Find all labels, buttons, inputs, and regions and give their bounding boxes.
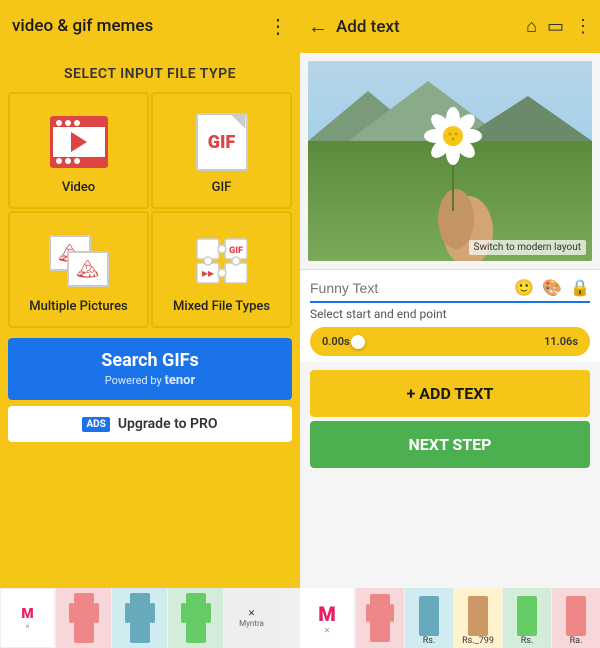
search-gifs-button[interactable]: Search GIFs Powered by tenor [8,338,292,400]
ad-right-thumb-3[interactable]: Rs._799 [454,588,502,648]
ad-right-thumb-1[interactable] [356,588,404,648]
multiple-pictures-icon: 🏔 🏔 [49,231,109,291]
slider-thumb[interactable] [351,335,365,349]
slider-fill [358,340,536,344]
slider-end-time: 11.06s [544,335,578,348]
video-strip-bottom [53,157,105,165]
tenor-credit: Powered by tenor [105,373,196,388]
funny-text-input[interactable] [310,280,508,296]
video-strip-top [53,119,105,127]
timeline-slider[interactable]: 0.00s 11.06s [310,327,590,356]
myntra-logo: M [21,606,33,622]
emoji-icon[interactable]: 🙂 [514,278,534,297]
video-icon [49,112,109,172]
ads-badge: ADS [82,417,109,432]
strip-dot [65,158,71,164]
gif-label: GIF [212,180,232,195]
pic-card-front: 🏔 [67,251,109,287]
text-tool-icons: 🙂 🎨 🔒 [514,278,590,297]
gif-corner [232,115,246,129]
select-input-label: SELECT INPUT FILE TYPE [0,52,300,92]
layout-icon[interactable]: ▭ [547,16,564,37]
price-label-4: Ra. [570,636,583,646]
mixed-file-types-option[interactable]: GIF ▸▸ Mixed File Types [151,211,292,328]
text-controls-area: 🙂 🎨 🔒 Select start and end point 0.00s 1… [300,269,600,362]
video-preview: Switch to modern layout [308,61,592,261]
flower-preview-image [308,61,592,261]
modern-layout-button[interactable]: Switch to modern layout [469,240,587,255]
right-more-menu-icon[interactable]: ⋮ [574,16,592,37]
strip-dot [74,158,80,164]
slider-start-time: 0.00s [322,335,350,348]
upgrade-to-pro-button[interactable]: ADS Upgrade to PRO [8,406,292,442]
left-panel: video & gif memes ⋮ SELECT INPUT FILE TY… [0,0,300,648]
mixed-file-types-label: Mixed File Types [173,299,270,314]
mountain-icon-2: 🏔 [76,259,99,280]
left-more-menu-icon[interactable]: ⋮ [268,14,288,38]
ad-right-thumb-2[interactable]: Rs. [405,588,453,648]
ad-banner-left: M × ✕ Myntra [0,588,300,648]
myntra-ad-right[interactable]: M ✕ [300,588,355,648]
strip-dot [65,120,71,126]
video-label: Video [62,180,95,195]
myntra-ad-left[interactable]: M × [0,588,55,648]
range-label: Select start and end point [310,307,590,321]
multi-pic-box: 🏔 🏔 [49,235,109,287]
strip-dot [56,120,62,126]
puzzle-icon: GIF ▸▸ [193,235,251,287]
right-header: ← Add text ⌂ ▭ ⋮ [300,0,600,53]
ad-thumb-close[interactable]: ✕ Myntra [224,588,279,648]
ad-right-thumb-5[interactable]: Ra. [552,588,600,648]
search-gifs-label: Search GIFs [101,350,198,371]
home-icon[interactable]: ⌂ [526,16,537,37]
gif-text: GIF [208,132,236,153]
upgrade-label: Upgrade to PRO [118,416,218,432]
text-input-row: 🙂 🎨 🔒 [310,278,590,303]
strip-dot [56,158,62,164]
gif-icon-box: GIF [196,113,248,171]
add-text-button[interactable]: + ADD TEXT [310,370,590,417]
slider-track[interactable] [358,340,536,344]
add-text-title: Add text [336,17,518,37]
next-step-button[interactable]: NEXT STEP [310,421,590,468]
price-label-3: Rs. [521,636,534,646]
back-button[interactable]: ← [308,14,328,39]
price-label-1: Rs. [423,636,436,646]
file-type-grid: Video GIF GIF 🏔 🏔 [0,92,300,328]
gif-icon: GIF [192,112,252,172]
mixed-file-types-icon: GIF ▸▸ [192,231,252,291]
play-icon [71,132,87,152]
svg-text:▸▸: ▸▸ [201,266,213,280]
multiple-pictures-option[interactable]: 🏔 🏔 Multiple Pictures [8,211,149,328]
price-label-2: Rs._799 [462,636,494,646]
paint-icon[interactable]: 🎨 [542,278,562,297]
svg-text:GIF: GIF [229,246,243,256]
strip-dot [74,120,80,126]
gif-option[interactable]: GIF GIF [151,92,292,209]
app-title: video & gif memes [12,16,153,36]
right-panel: ← Add text ⌂ ▭ ⋮ [300,0,600,648]
ad-banner-right: M ✕ Rs. Rs._799 Rs. Ra. [300,588,600,648]
ad-banner-right-inner: M ✕ Rs. Rs._799 Rs. Ra. [300,588,600,648]
ad-thumb-2[interactable] [112,588,167,648]
ad-thumb-3[interactable] [168,588,223,648]
ad-thumb-1[interactable] [56,588,111,648]
ad-right-thumb-4[interactable]: Rs. [503,588,551,648]
lock-icon[interactable]: 🔒 [570,278,590,297]
video-icon-box [50,116,108,168]
multiple-pictures-label: Multiple Pictures [29,299,127,314]
left-header: video & gif memes ⋮ [0,0,300,52]
header-action-icons: ⌂ ▭ ⋮ [526,16,592,37]
video-option[interactable]: Video [8,92,149,209]
